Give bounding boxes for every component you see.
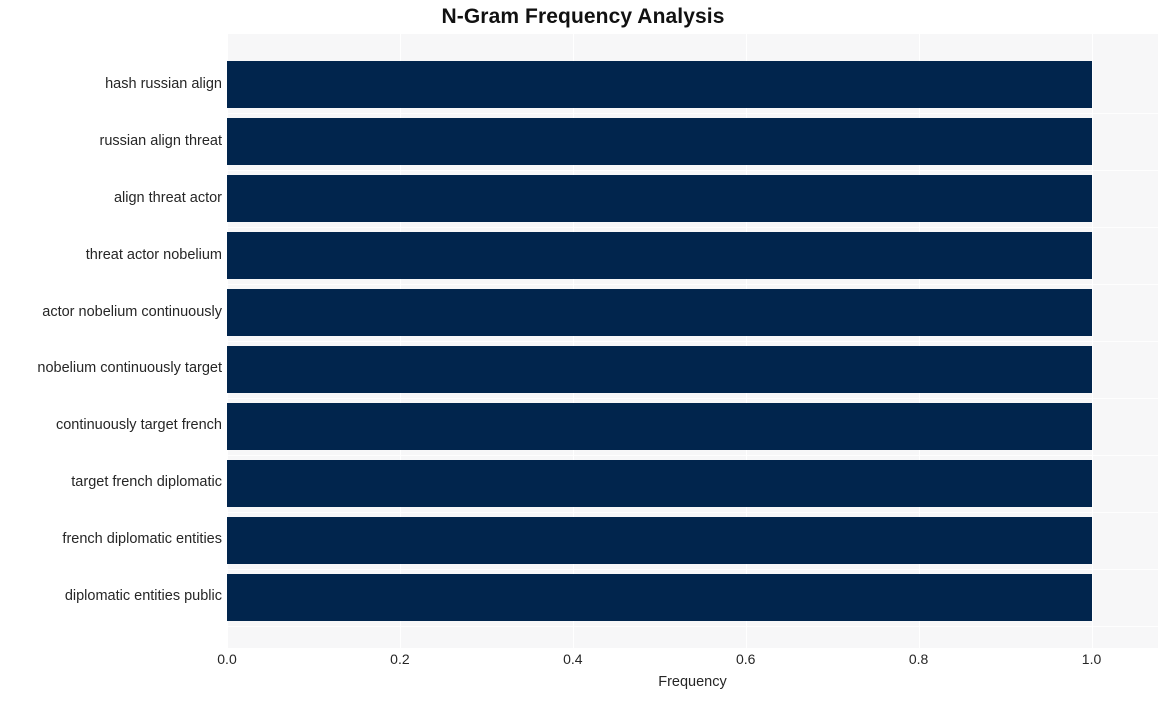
bar	[227, 61, 1092, 109]
y-axis-tick-label: target french diplomatic	[71, 474, 222, 491]
y-axis-tick-label: russian align threat	[99, 132, 222, 149]
bar-row	[227, 61, 1158, 109]
bar-row	[227, 403, 1158, 450]
bar	[227, 516, 1092, 564]
bar-row	[227, 175, 1158, 222]
gridline-horizontal	[227, 227, 1158, 229]
y-axis-tick-label: threat actor nobelium	[85, 246, 222, 263]
bar	[227, 232, 1092, 279]
bar-row	[227, 516, 1158, 564]
x-axis-tick-label: 0.0	[217, 651, 237, 667]
bar-row	[227, 346, 1158, 393]
gridline-horizontal	[227, 113, 1158, 115]
x-axis-tick-label: 0.8	[908, 651, 929, 667]
bar	[227, 118, 1092, 165]
y-axis-tick-label: nobelium continuously target	[37, 360, 222, 377]
bar	[227, 175, 1092, 222]
bar-row	[227, 232, 1158, 279]
gridline-horizontal	[227, 341, 1158, 343]
y-axis-tick-label: diplomatic entities public	[64, 588, 222, 605]
bar-row	[227, 289, 1158, 336]
bar	[227, 460, 1092, 507]
bar	[227, 289, 1092, 336]
gridline-horizontal	[227, 511, 1158, 514]
y-axis-tick-label: continuously target french	[55, 417, 222, 434]
chart-title: N-Gram Frequency Analysis	[441, 5, 725, 28]
x-axis-label: Frequency	[658, 674, 727, 690]
y-axis-tick-label: french diplomatic entities	[62, 531, 222, 548]
gridline-horizontal	[227, 397, 1158, 400]
gridline-horizontal	[227, 625, 1158, 627]
gridline-horizontal	[227, 568, 1158, 571]
bar-row	[227, 460, 1158, 507]
gridline-horizontal	[227, 454, 1158, 457]
x-axis-tick-label: 0.4	[563, 651, 583, 667]
chart-figure: N-Gram Frequency Analysis hash russian a…	[0, 0, 1166, 701]
y-axis-tick-label: align threat actor	[113, 189, 222, 206]
bar-row	[227, 573, 1158, 621]
bar	[227, 573, 1092, 621]
gridline-horizontal	[227, 284, 1158, 286]
bar	[227, 346, 1092, 393]
gridline-horizontal	[227, 170, 1158, 172]
x-axis-tick-label: 0.6	[735, 651, 756, 667]
y-axis-tick-label: actor nobelium continuously	[42, 303, 222, 320]
x-axis-tick-label: 0.2	[390, 651, 410, 667]
bar-row	[227, 118, 1158, 165]
bar	[227, 403, 1092, 450]
plot-area	[227, 34, 1158, 648]
x-axis-tick-label: 1.0	[1081, 651, 1102, 667]
y-axis-tick-label: hash russian align	[105, 75, 222, 92]
